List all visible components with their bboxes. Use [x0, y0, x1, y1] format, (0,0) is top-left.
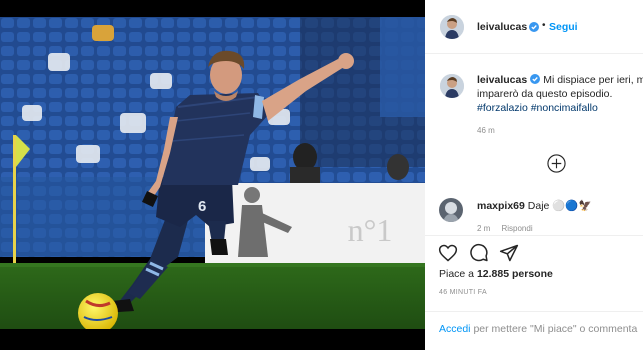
likes-prefix: Piace a — [439, 268, 475, 280]
comment-username[interactable]: maxpix69 — [477, 200, 525, 212]
caption-line-1: leivalucas Mi dispiace per ieri, m — [477, 73, 643, 87]
football-player-image: n°1 6 — [0, 17, 425, 329]
caption-text-line1: Mi dispiace per ieri, m — [543, 74, 643, 86]
verified-badge-icon — [530, 74, 541, 84]
caption-author-avatar[interactable] — [440, 74, 464, 98]
jersey-number: 6 — [198, 198, 206, 215]
post-sidebar — [425, 0, 643, 350]
share-icon[interactable] — [499, 243, 519, 263]
comment-text: maxpix69 Daje ⚪🔵🦅 — [477, 199, 592, 212]
heart-icon[interactable] — [438, 243, 458, 263]
likes-suffix: persone — [512, 268, 553, 280]
follow-button[interactable]: Segui — [549, 21, 578, 33]
author-avatar[interactable] — [440, 15, 464, 39]
actions-divider — [425, 235, 643, 236]
instagram-post-embed: n°1 6 leivalucas • Segui leivalucas Mi d… — [0, 0, 643, 350]
board-text: n°1 — [348, 212, 393, 248]
login-divider — [425, 311, 643, 312]
caption-text-line2: imparerò da questo episodio. — [477, 88, 613, 100]
plus-circle-icon[interactable] — [547, 154, 566, 173]
post-timestamp: 46 MINUTI FA — [439, 289, 487, 296]
verified-badge-icon — [529, 22, 539, 32]
comment-meta: 2 m Rispondi — [477, 224, 533, 233]
caption-block: leivalucas Mi dispiace per ieri, m impare… — [477, 73, 643, 115]
likes-number: 12.885 — [476, 268, 510, 280]
likes-count[interactable]: Piace a 12.885 persone — [439, 268, 553, 280]
caption-hashtags[interactable]: #forzalazio #noncimaifallo — [477, 101, 643, 115]
header-separator: • — [542, 20, 546, 31]
commenter-avatar[interactable] — [439, 198, 463, 222]
comment-time: 2 m — [477, 224, 491, 233]
caption-username[interactable]: leivalucas — [477, 74, 527, 86]
post-photo[interactable]: n°1 6 — [0, 17, 425, 329]
comment-icon[interactable] — [469, 243, 489, 263]
comment-body: Daje — [527, 200, 550, 212]
login-link[interactable]: Accedi — [439, 323, 471, 335]
reply-link[interactable]: Rispondi — [501, 224, 532, 233]
caption-time: 46 m — [477, 126, 495, 135]
login-text: per mettere "Mi piace" o commenta — [473, 323, 638, 335]
comment-emoji: ⚪🔵🦅 — [552, 200, 592, 212]
login-prompt: Accedi per mettere "Mi piace" o commenta — [439, 323, 637, 335]
author-username[interactable]: leivalucas — [477, 21, 527, 33]
